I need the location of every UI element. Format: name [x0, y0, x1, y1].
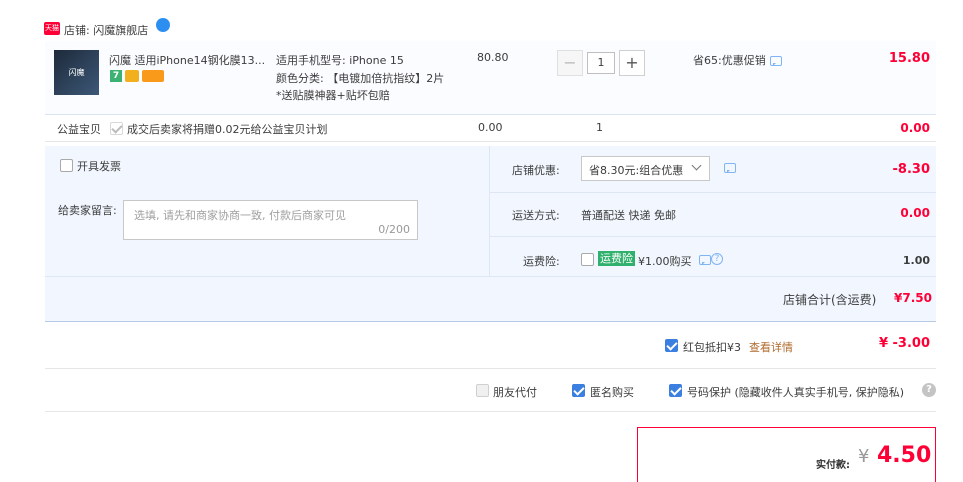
message-counter: 0/200 — [378, 223, 410, 236]
message-placeholder: 选填, 请先和商家协商一致, 付款后商家可见 — [134, 209, 346, 222]
shop-discount-amount: -8.30 — [892, 162, 930, 177]
item-color: 颜色分类: 【电镀加倍抗指纹】2片*送贴膜神器+贴坏包赔 — [276, 72, 445, 102]
shop-discount-label: 店铺优惠: — [512, 164, 560, 177]
charity-checkbox — [110, 122, 123, 135]
seven-day-return-icon: 7 — [110, 70, 122, 82]
shop-discount-select[interactable]: 省8.30元:组合优惠 — [581, 156, 710, 181]
red-packet-amount: ¥ -3.00 — [878, 336, 930, 351]
chevron-down-icon — [691, 160, 702, 171]
item-title[interactable]: 闪魔 适用iPhone14钢化膜13... — [109, 52, 269, 68]
anonymous-label[interactable]: 匿名购买 — [590, 384, 634, 400]
shop-badge: 天猫 — [44, 22, 60, 35]
freight-insurance-price: ¥1.00购买 — [638, 255, 692, 268]
item-thumbnail[interactable]: 闪魔 — [54, 50, 99, 95]
panel-row-divider-3 — [45, 276, 936, 277]
panel-row-divider-2 — [490, 236, 936, 237]
charity-qty: 1 — [596, 121, 603, 134]
quantity-minus-button[interactable]: − — [557, 50, 583, 76]
item-unit-price: 80.80 — [477, 51, 509, 64]
quantity-input[interactable]: 1 — [587, 52, 615, 74]
shop-total-amount: ¥7.50 — [894, 291, 932, 305]
freight-insurance-checkbox[interactable] — [581, 253, 594, 266]
freight-insurance-tag: 运费险 — [598, 251, 635, 266]
item-promo: 省65:优惠促销 — [693, 54, 766, 67]
guarantee-icon — [125, 70, 139, 82]
message-label: 给卖家留言: — [58, 204, 117, 217]
shop-name[interactable]: 店铺: 闪魔旗舰店 — [64, 22, 148, 38]
shipping-amount: 0.00 — [900, 206, 930, 220]
payment-label: 实付款: — [816, 460, 850, 471]
red-packet-details-link[interactable]: 查看详情 — [749, 339, 793, 355]
number-protect-label[interactable]: 号码保护 (隐藏收件人真实手机号, 保护隐私) — [687, 384, 904, 400]
shop-total-label: 店铺合计(含运费) — [783, 293, 877, 307]
message-textarea[interactable]: 选填, 请先和商家协商一致, 付款后商家可见 0/200 — [123, 200, 418, 240]
friend-pay-checkbox — [476, 384, 489, 397]
item-model: 适用手机型号: iPhone 15 — [276, 54, 404, 67]
wangwang-chat-icon[interactable] — [156, 18, 170, 32]
red-packet-label: 红包抵扣¥3 — [683, 341, 741, 354]
charity-divider — [45, 141, 936, 142]
quantity-plus-button[interactable]: + — [619, 50, 645, 76]
discount-tip-icon[interactable] — [724, 163, 736, 173]
promo-tip-icon[interactable] — [770, 56, 782, 66]
freight-insurance-amount: 1.00 — [902, 254, 930, 267]
shipping-value: 普通配送 快递 免邮 — [581, 209, 676, 222]
payment-box: 实付款: ¥ 4.50 — [637, 427, 936, 482]
number-protect-checkbox[interactable] — [669, 384, 682, 397]
shop-discount-value: 省8.30元:组合优惠 — [589, 164, 684, 177]
payment-currency: ¥ — [858, 446, 870, 467]
invoice-label[interactable]: 开具发票 — [77, 158, 121, 174]
item-subtotal: 15.80 — [888, 51, 930, 66]
charity-text: 成交后卖家将捐赠0.02元给公益宝贝计划 — [127, 123, 328, 136]
shipping-label: 运送方式: — [512, 209, 560, 222]
red-packet-divider — [45, 368, 936, 369]
quantity-stepper: − 1 + — [557, 50, 645, 76]
charity-label: 公益宝贝 — [57, 123, 101, 136]
help-circle-icon[interactable]: ? — [711, 253, 723, 265]
options-divider — [45, 411, 936, 412]
panel-column-divider — [489, 146, 490, 276]
anonymous-checkbox[interactable] — [572, 384, 585, 397]
red-packet-checkbox[interactable] — [665, 339, 678, 352]
freight-insurance-label: 运费险: — [523, 255, 560, 268]
friend-pay-label: 朋友代付 — [493, 386, 537, 399]
insurance-tip-icon[interactable] — [699, 255, 711, 265]
help-icon[interactable]: ? — [922, 383, 936, 397]
charity-total: 0.00 — [900, 121, 930, 135]
credit-card-icon — [142, 70, 164, 82]
charity-price: 0.00 — [478, 121, 503, 134]
invoice-checkbox[interactable] — [60, 159, 73, 172]
payment-amount: 4.50 — [877, 443, 932, 468]
panel-row-divider-1 — [490, 192, 936, 193]
